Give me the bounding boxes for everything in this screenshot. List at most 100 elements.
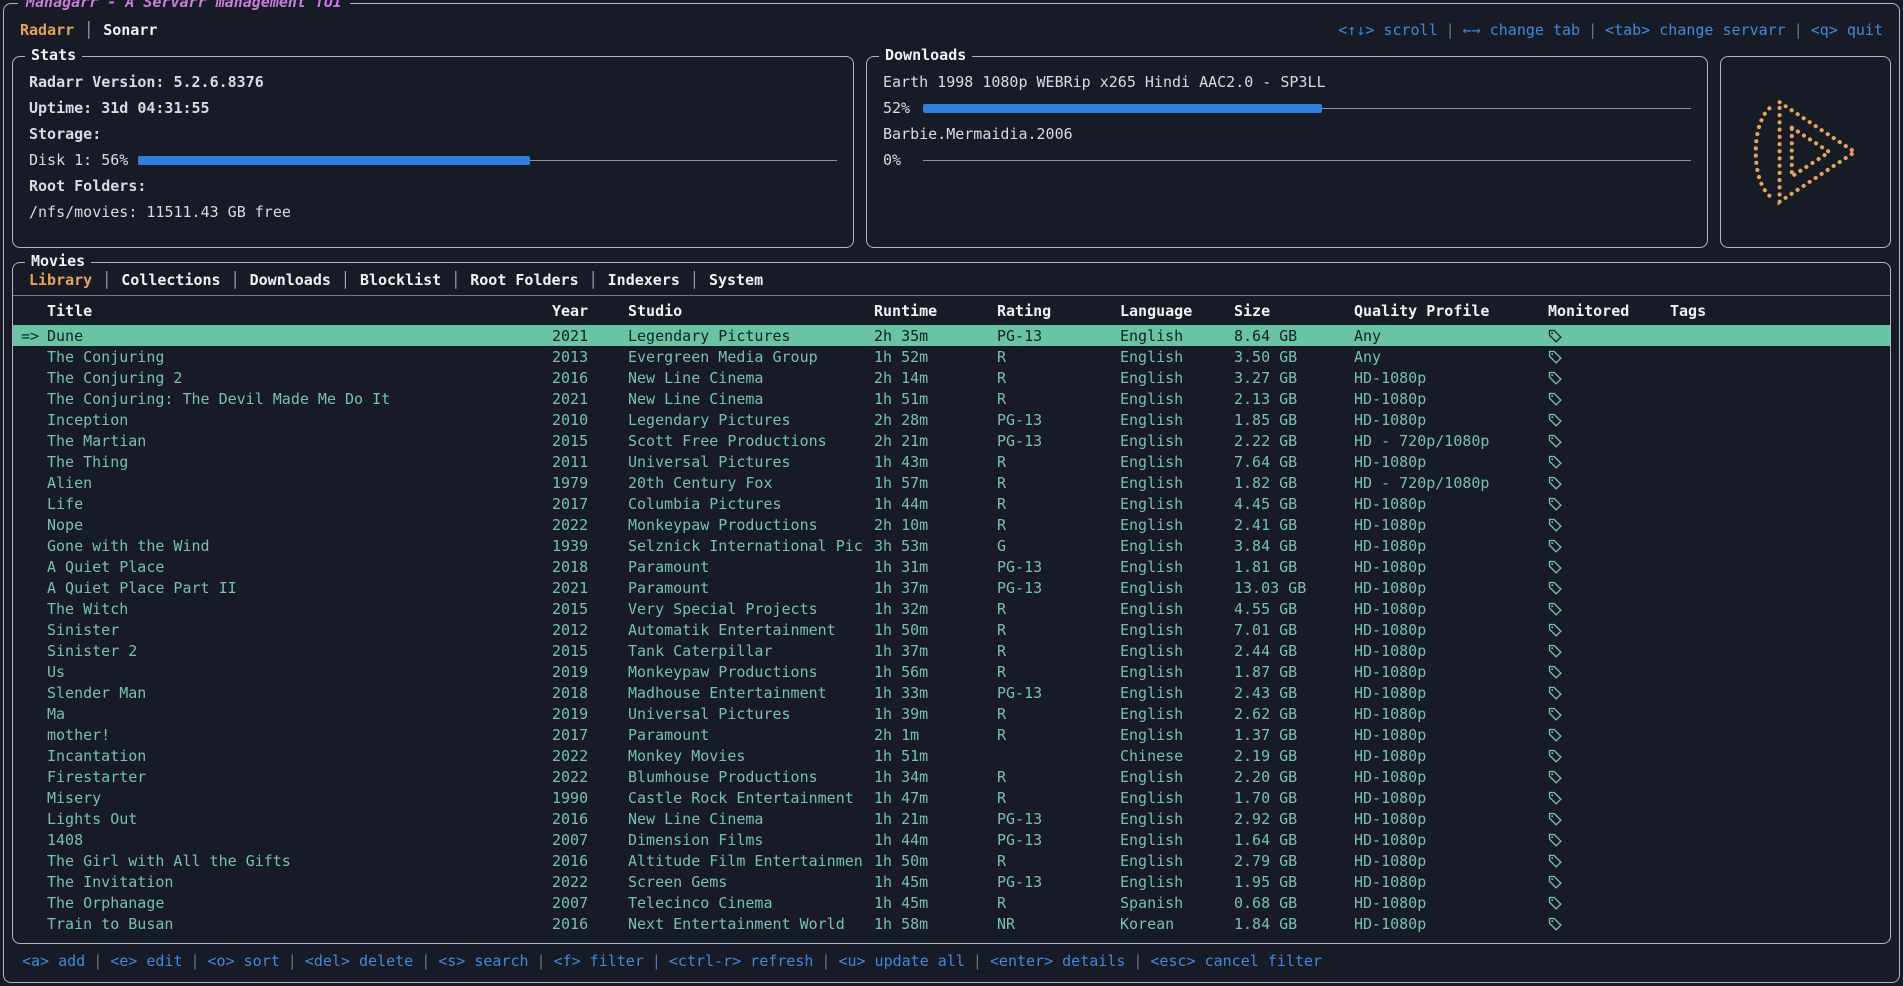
table-row[interactable]: Incantation 2022 Monkey Movies 1h 51m Ch… (13, 745, 1890, 766)
movie-quality-profile: HD-1080p (1354, 915, 1548, 933)
movie-quality-profile: HD-1080p (1354, 411, 1548, 429)
table-row[interactable]: The Invitation 2022 Screen Gems 1h 45m P… (13, 871, 1890, 892)
table-row[interactable]: Inception 2010 Legendary Pictures 2h 28m… (13, 409, 1890, 430)
table-row[interactable]: Nope 2022 Monkeypaw Productions 2h 10m R… (13, 514, 1890, 535)
table-row[interactable]: Sinister 2012 Automatik Entertainment 1h… (13, 619, 1890, 640)
movie-runtime: 1h 50m (874, 621, 997, 639)
movie-studio: Very Special Projects (628, 600, 874, 618)
table-row[interactable]: Ma 2019 Universal Pictures 1h 39m R Engl… (13, 703, 1890, 724)
movie-title: Firestarter (47, 768, 552, 786)
table-row[interactable]: The Conjuring 2 2016 New Line Cinema 2h … (13, 367, 1890, 388)
table-row[interactable]: The Martian 2015 Scott Free Productions … (13, 430, 1890, 451)
table-row[interactable]: A Quiet Place Part II 2021 Paramount 1h … (13, 577, 1890, 598)
movie-language: English (1120, 621, 1234, 639)
table-row[interactable]: Alien 1979 20th Century Fox 1h 57m R Eng… (13, 472, 1890, 493)
movie-studio: Paramount (628, 726, 874, 744)
movie-studio: 20th Century Fox (628, 474, 874, 492)
servarr-tab-radarr[interactable]: Radarr (20, 21, 74, 39)
movie-size: 2.62 GB (1234, 705, 1354, 723)
table-row[interactable]: Train to Busan 2016 Next Entertainment W… (13, 913, 1890, 934)
table-row[interactable]: Misery 1990 Castle Rock Entertainment 1h… (13, 787, 1890, 808)
separator: │ (690, 271, 699, 289)
movie-year: 2022 (552, 516, 628, 534)
progress-fill (923, 104, 1322, 113)
servarr-tab-sonarr[interactable]: Sonarr (103, 21, 157, 39)
movie-size: 1.70 GB (1234, 789, 1354, 807)
table-row[interactable]: The Conjuring: The Devil Made Me Do It 2… (13, 388, 1890, 409)
table-row[interactable]: The Conjuring 2013 Evergreen Media Group… (13, 346, 1890, 367)
monitored-tag-icon (1548, 789, 1670, 807)
movie-size: 0.68 GB (1234, 894, 1354, 912)
table-row[interactable]: Gone with the Wind 1939 Selznick Interna… (13, 535, 1890, 556)
movie-language: English (1120, 369, 1234, 387)
movies-tab-library[interactable]: Library (29, 271, 92, 289)
movie-rating: R (997, 495, 1120, 513)
monitored-tag-icon (1548, 747, 1670, 765)
movie-runtime: 1h 51m (874, 747, 997, 765)
movie-studio: Blumhouse Productions (628, 768, 874, 786)
movie-quality-profile: HD-1080p (1354, 390, 1548, 408)
movie-runtime: 1h 44m (874, 831, 997, 849)
movie-size: 1.85 GB (1234, 411, 1354, 429)
movie-studio: Paramount (628, 579, 874, 597)
table-row[interactable]: The Thing 2011 Universal Pictures 1h 43m… (13, 451, 1890, 472)
movie-size: 2.19 GB (1234, 747, 1354, 765)
table-row[interactable]: Slender Man 2018 Madhouse Entertainment … (13, 682, 1890, 703)
table-row[interactable]: Sinister 2 2015 Tank Caterpillar 1h 37m … (13, 640, 1890, 661)
table-row[interactable]: Firestarter 2022 Blumhouse Productions 1… (13, 766, 1890, 787)
row-selection-indicator: => (21, 327, 47, 345)
stats-panel-title: Stats (25, 46, 82, 64)
movie-studio: Columbia Pictures (628, 495, 874, 513)
movies-tab-root-folders[interactable]: Root Folders (470, 271, 578, 289)
movie-language: English (1120, 579, 1234, 597)
movies-tab-blocklist[interactable]: Blocklist (360, 271, 441, 289)
movie-language: English (1120, 726, 1234, 744)
top-bar: Radarr│Sonarr <↑↓> scroll|←→ change tab|… (12, 12, 1891, 46)
monitored-tag-icon (1548, 894, 1670, 912)
header-runtime: Runtime (874, 302, 997, 320)
table-row[interactable]: 1408 2007 Dimension Films 1h 44m PG-13 E… (13, 829, 1890, 850)
movies-panel: Movies Library│Collections│Downloads│Blo… (12, 262, 1891, 944)
movies-tab-indexers[interactable]: Indexers (608, 271, 680, 289)
movie-year: 2012 (552, 621, 628, 639)
movie-size: 1.82 GB (1234, 474, 1354, 492)
movie-studio: Evergreen Media Group (628, 348, 874, 366)
movie-runtime: 2h 10m (874, 516, 997, 534)
table-row[interactable]: Life 2017 Columbia Pictures 1h 44m R Eng… (13, 493, 1890, 514)
table-row[interactable]: The Orphanage 2007 Telecinco Cinema 1h 4… (13, 892, 1890, 913)
movie-year: 1939 (552, 537, 628, 555)
help-hint: <enter> details (990, 952, 1125, 970)
logo-panel (1720, 56, 1891, 248)
monitored-tag-icon (1548, 663, 1670, 681)
table-row[interactable]: mother! 2017 Paramount 2h 1m R English 1… (13, 724, 1890, 745)
table-row[interactable]: The Witch 2015 Very Special Projects 1h … (13, 598, 1890, 619)
movies-tab-downloads[interactable]: Downloads (250, 271, 331, 289)
table-row[interactable]: Us 2019 Monkeypaw Productions 1h 56m R E… (13, 661, 1890, 682)
movie-size: 2.20 GB (1234, 768, 1354, 786)
movie-year: 2016 (552, 852, 628, 870)
help-hint: <tab> change servarr (1605, 21, 1786, 39)
movie-quality-profile: HD-1080p (1354, 831, 1548, 849)
movie-title: Misery (47, 789, 552, 807)
movie-studio: Monkeypaw Productions (628, 663, 874, 681)
table-row[interactable]: => Dune 2021 Legendary Pictures 2h 35m P… (13, 325, 1890, 346)
movie-year: 2022 (552, 873, 628, 891)
separator: │ (84, 21, 93, 39)
movie-size: 2.43 GB (1234, 684, 1354, 702)
movies-tab-collections[interactable]: Collections (121, 271, 220, 289)
separator: │ (102, 271, 111, 289)
app-window: Managarr - A Servarr management TUI Rada… (3, 3, 1900, 983)
movie-title: Lights Out (47, 810, 552, 828)
download-percent-label: 0% (883, 151, 913, 169)
movies-tab-system[interactable]: System (709, 271, 763, 289)
movie-runtime: 1h 32m (874, 600, 997, 618)
movie-runtime: 2h 21m (874, 432, 997, 450)
table-row[interactable]: The Girl with All the Gifts 2016 Altitud… (13, 850, 1890, 871)
movie-quality-profile: HD - 720p/1080p (1354, 432, 1548, 450)
table-row[interactable]: A Quiet Place 2018 Paramount 1h 31m PG-1… (13, 556, 1890, 577)
movie-title: Gone with the Wind (47, 537, 552, 555)
movie-runtime: 1h 52m (874, 348, 997, 366)
radarr-version-value: 5.2.6.8376 (173, 73, 263, 91)
movie-rating: R (997, 768, 1120, 786)
table-row[interactable]: Lights Out 2016 New Line Cinema 1h 21m P… (13, 808, 1890, 829)
